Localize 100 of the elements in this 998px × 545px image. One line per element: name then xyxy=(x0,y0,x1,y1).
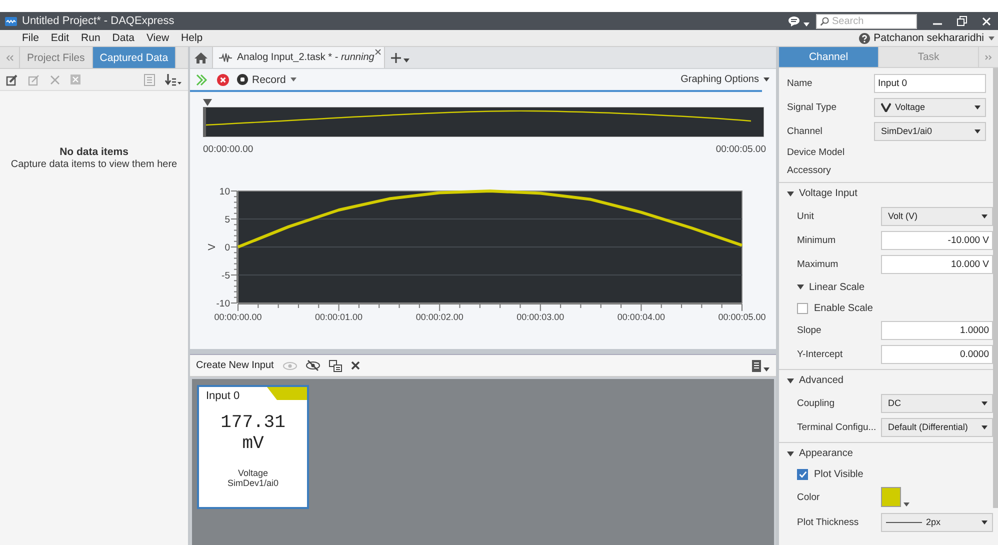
caret-icon xyxy=(903,502,910,507)
input-field[interactable]: -10.000 V xyxy=(881,230,993,250)
tick-label: 10 xyxy=(219,186,230,198)
field-label: Terminal Configu... xyxy=(797,422,878,432)
menu-item[interactable]: View xyxy=(146,32,170,44)
subsection-header[interactable]: Linear Scale xyxy=(779,276,871,298)
graphing-options-button[interactable]: Graphing Options xyxy=(680,74,770,85)
app-logo-icon xyxy=(5,16,17,26)
stop-icon[interactable] xyxy=(217,74,229,86)
document-tab[interactable]: Analog Input_2.task * - running xyxy=(213,47,386,68)
window-title: Untitled Project* - DAQExpress xyxy=(22,15,174,27)
input-field[interactable]: 0.0000 xyxy=(881,344,993,364)
voltage-icon xyxy=(881,102,891,112)
restore-icon[interactable] xyxy=(957,16,967,26)
user-name[interactable]: Patchanon sekhararidhi xyxy=(874,32,984,44)
caret-icon xyxy=(988,36,995,40)
field-label: Color xyxy=(797,492,821,502)
reading-unit: mV xyxy=(242,434,264,454)
field-label: Plot Thickness xyxy=(797,516,860,528)
dropdown[interactable]: Default (Differential) xyxy=(881,418,993,436)
tick-label: 00:00:04.00 xyxy=(617,312,665,322)
checkbox[interactable]: Enable Scale xyxy=(779,298,879,318)
field-label: Coupling xyxy=(797,398,836,408)
field-label: Y-Intercept xyxy=(797,348,844,360)
waveform-icon xyxy=(219,52,232,62)
menu-item[interactable]: Data xyxy=(112,32,134,44)
reading-value: 177.31 xyxy=(220,413,286,433)
dropdown[interactable]: Voltage xyxy=(874,98,986,116)
delete-icon[interactable] xyxy=(350,361,360,370)
hide-icon[interactable] xyxy=(306,360,320,371)
line-sample-icon xyxy=(886,520,922,524)
caret-icon xyxy=(981,214,988,218)
field-label: Minimum xyxy=(797,234,837,246)
axis-label: V xyxy=(207,244,218,250)
menu-item[interactable]: File xyxy=(22,32,39,44)
input-field[interactable]: Input 0 xyxy=(874,74,986,92)
sort-icon[interactable] xyxy=(165,74,182,86)
record-button[interactable]: Record xyxy=(237,74,297,86)
checkbox[interactable]: Plot Visible xyxy=(779,464,870,484)
field-label: Maximum xyxy=(797,258,840,270)
menu-item[interactable]: Edit xyxy=(50,32,70,44)
field-label: Name xyxy=(787,78,814,88)
edit-icon[interactable] xyxy=(6,74,18,86)
scrollbar[interactable] xyxy=(993,68,998,508)
expand-triangle-icon xyxy=(787,378,794,384)
signal-type: Voltage xyxy=(238,468,268,478)
color-picker[interactable] xyxy=(881,487,910,507)
field-label: Accessory xyxy=(787,164,831,176)
caret-icon xyxy=(974,104,981,110)
document-icon[interactable] xyxy=(752,360,761,372)
panel-tab[interactable]: Captured Data xyxy=(92,47,176,68)
tick-label: 00:00:02.00 xyxy=(416,312,464,322)
input-field[interactable]: 10.000 V xyxy=(881,254,993,274)
dropdown[interactable]: SimDev1/ai0 xyxy=(874,122,986,140)
section-header[interactable]: Appearance xyxy=(779,442,993,464)
close-icon[interactable] xyxy=(375,49,382,55)
tick-label: 0 xyxy=(224,242,230,254)
tick-label: 00:00:03.00 xyxy=(516,312,564,322)
caret-icon xyxy=(974,128,981,134)
chat-icon[interactable] xyxy=(788,16,800,26)
expand-triangle-icon xyxy=(787,450,794,456)
menu-item[interactable]: Help xyxy=(181,32,203,44)
field-label: Device Model xyxy=(787,146,845,158)
dropdown[interactable]: 2px xyxy=(881,512,993,532)
field-label: Channel xyxy=(787,126,824,136)
tick-label: 00:00:01.00 xyxy=(315,312,363,322)
empty-title: No data items xyxy=(60,146,128,158)
add-tab-icon[interactable] xyxy=(391,53,402,63)
dropdown[interactable]: Volt (V) xyxy=(881,206,993,226)
check-icon xyxy=(798,470,806,478)
tick-label: -10 xyxy=(216,298,230,310)
caret-icon xyxy=(290,77,297,82)
create-input-button[interactable]: Create New Input xyxy=(196,360,274,371)
menu-item[interactable]: Run xyxy=(81,32,100,44)
field-label: Signal Type xyxy=(787,102,838,112)
input-tile[interactable]: Input 0 177.31 mV Voltage SimDev1/ai0 xyxy=(197,385,309,509)
field-label: Unit xyxy=(797,210,815,222)
record-icon xyxy=(237,74,248,85)
dropdown[interactable]: DC xyxy=(881,394,993,412)
tile-title: Input 0 xyxy=(205,389,241,402)
section-header[interactable]: Advanced xyxy=(779,369,993,391)
caret-icon xyxy=(981,424,988,430)
input-field[interactable]: 1.0000 xyxy=(881,320,993,340)
expand-triangle-icon xyxy=(787,190,794,196)
caret-icon xyxy=(803,22,810,26)
time-label: 00:00:00.00 xyxy=(203,144,254,155)
tick-label: 5 xyxy=(224,214,230,226)
search-field[interactable]: Search xyxy=(816,14,917,28)
field-label: Slope xyxy=(797,324,822,336)
home-icon[interactable] xyxy=(194,52,208,64)
duplicate-icon[interactable] xyxy=(328,360,342,372)
section-header[interactable]: Voltage Input xyxy=(779,182,993,204)
search-icon xyxy=(820,16,829,26)
caret-icon xyxy=(763,77,770,82)
caret-icon xyxy=(403,58,410,63)
panel-tab[interactable]: Channel xyxy=(779,47,879,67)
tick-label: 00:00:05.00 xyxy=(718,312,766,322)
help-icon[interactable] xyxy=(858,32,870,44)
time-label: 00:00:05.00 xyxy=(716,144,766,155)
channel-name: SimDev1/ai0 xyxy=(227,478,279,488)
